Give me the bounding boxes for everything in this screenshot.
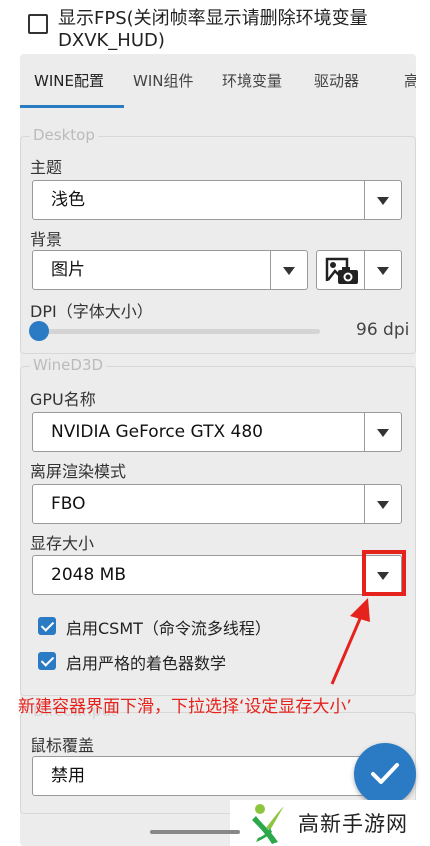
image-picker-icon[interactable]: [325, 255, 359, 289]
watermark-logo-icon: [252, 804, 284, 844]
offscreen-select[interactable]: FBO: [32, 484, 402, 524]
tab-more[interactable]: 高: [404, 54, 416, 108]
theme-value: 浅色: [51, 190, 85, 210]
image-picker-dropdown-button[interactable]: [364, 251, 401, 289]
gpu-select[interactable]: NVIDIA GeForce GTX 480: [32, 412, 402, 452]
theme-select[interactable]: 浅色: [32, 180, 402, 220]
triangle-down-icon: [377, 197, 389, 205]
check-icon: [371, 763, 399, 784]
annotation-text: 新建容器界面下滑，下拉选择‘设定显存大小’: [18, 697, 352, 717]
desktop-legend: Desktop: [30, 126, 98, 144]
dpi-slider-track[interactable]: [38, 329, 320, 334]
annotation-highlight-box: [362, 550, 406, 596]
background-select[interactable]: 图片: [32, 250, 308, 290]
triangle-down-icon: [377, 501, 389, 509]
image-picker[interactable]: [316, 250, 402, 290]
wined3d-legend: WineD3D: [30, 356, 107, 374]
mouse-override-select[interactable]: 禁用: [32, 756, 364, 796]
watermark-text: 高新手游网: [298, 812, 408, 836]
offscreen-value: FBO: [51, 494, 86, 514]
strict-shader-label: 启用严格的着色器数学: [66, 654, 227, 673]
theme-label: 主题: [30, 158, 63, 177]
fps-label-line2: DXVK_HUD): [58, 30, 165, 51]
background-dropdown-button[interactable]: [270, 251, 307, 289]
fps-checkbox[interactable]: [28, 14, 48, 34]
tab-env-vars[interactable]: 环境变量: [222, 54, 282, 108]
triangle-down-icon: [377, 267, 389, 275]
offscreen-dropdown-button[interactable]: [364, 485, 401, 523]
gpu-value: NVIDIA GeForce GTX 480: [51, 422, 263, 442]
tab-drives[interactable]: 驱动器: [314, 54, 359, 108]
tab-active-indicator: [20, 105, 124, 108]
gpu-dropdown-button[interactable]: [364, 413, 401, 451]
triangle-down-icon: [283, 267, 295, 275]
tab-wine-config[interactable]: WINE配置: [34, 54, 104, 108]
dpi-value: 96 dpi: [356, 320, 410, 340]
annotation-arrow-icon: [330, 598, 370, 685]
theme-dropdown-button[interactable]: [364, 181, 401, 219]
csmt-label: 启用CSMT（命令流多线程）: [66, 619, 271, 638]
tab-win-components[interactable]: WIN组件: [133, 54, 193, 108]
tab-bar: WINE配置 WIN组件 环境变量 驱动器 高: [20, 54, 416, 108]
dpi-slider-thumb[interactable]: [29, 321, 49, 341]
offscreen-label: 离屏渲染模式: [30, 462, 127, 481]
strict-shader-checkbox[interactable]: [38, 652, 56, 670]
csmt-checkbox[interactable]: [38, 617, 56, 635]
background-value: 图片: [51, 260, 85, 280]
mouse-override-label: 鼠标覆盖: [30, 736, 95, 755]
confirm-button[interactable]: [354, 743, 416, 805]
vram-value: 2048 MB: [51, 565, 126, 585]
dpi-label: DPI（字体大小）: [30, 302, 153, 321]
background-label: 背景: [30, 230, 63, 249]
vram-select[interactable]: 2048 MB: [32, 555, 402, 595]
fps-label-line1: 显示FPS(关闭帧率显示请删除环境变量: [58, 8, 368, 29]
triangle-down-icon: [377, 429, 389, 437]
home-indicator[interactable]: [150, 830, 240, 834]
gpu-label: GPU名称: [30, 390, 96, 409]
fps-label: 显示FPS(关闭帧率显示请删除环境变量 DXVK_HUD): [58, 8, 368, 52]
vram-label: 显存大小: [30, 534, 95, 553]
mouse-override-value: 禁用: [51, 766, 85, 786]
